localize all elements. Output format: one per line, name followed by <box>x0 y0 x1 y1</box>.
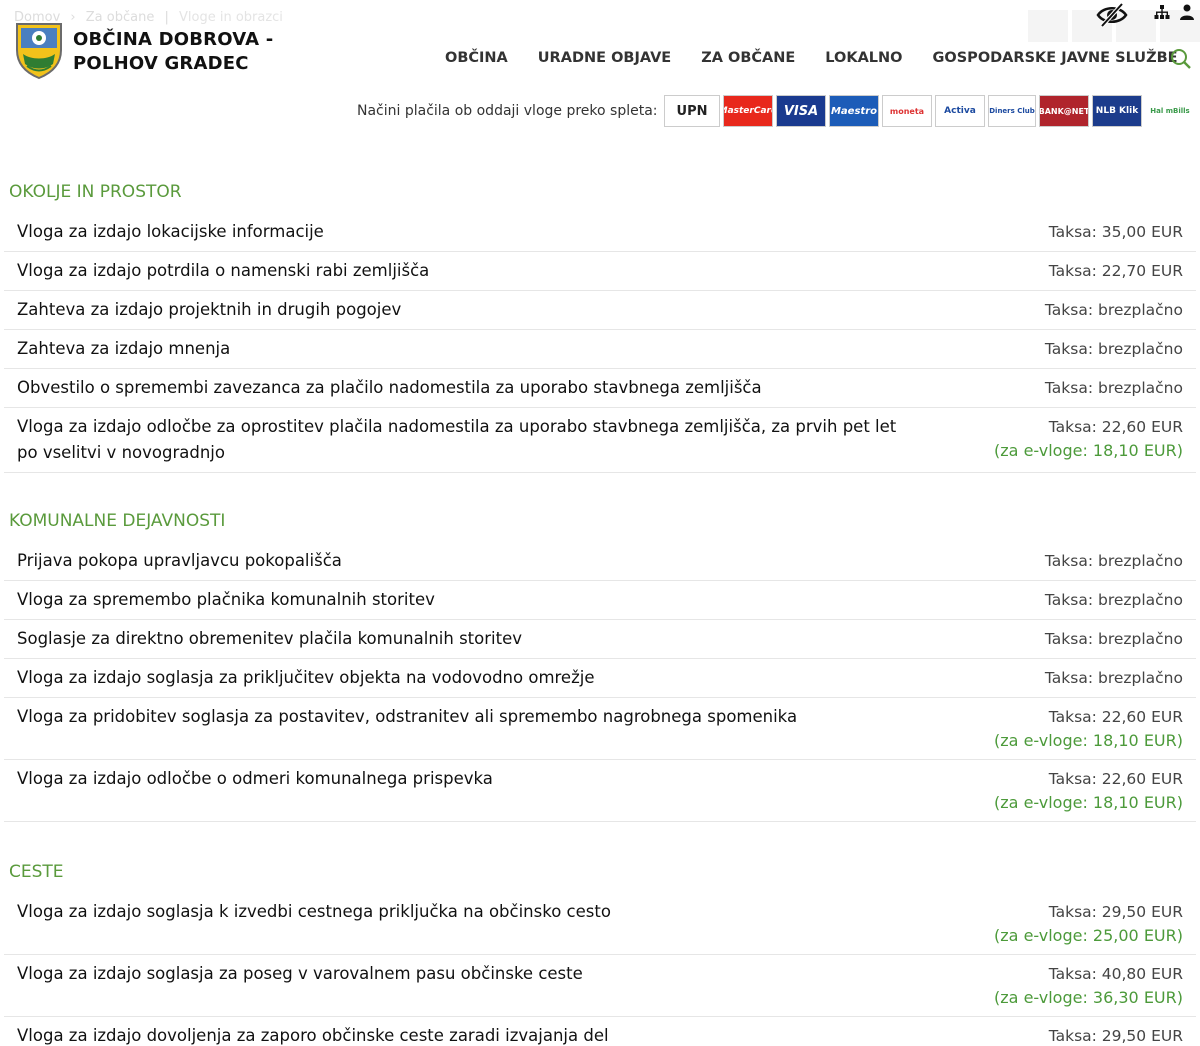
mastercard-logo: MasterCard <box>723 95 773 127</box>
fee-label: Taksa: brezplačno <box>1044 379 1183 397</box>
fee-amount: Taksa: 22,60 EUR <box>1048 708 1183 726</box>
list-item[interactable]: Prijava pokopa upravljavcu pokopališča T… <box>4 542 1196 581</box>
list-item[interactable]: Obvestilo o spremembi zavezanca za plači… <box>4 369 1196 408</box>
nav-za-obcane[interactable]: ZA OBČANE <box>701 50 795 66</box>
breadcrumb-separator: › <box>70 10 76 25</box>
e-fee-amount: (za e-vloge: 18,10 EUR) <box>994 793 1183 812</box>
fee-label: Taksa: 40,80 EUR (za e-vloge: 36,30 EUR) <box>994 955 1183 1016</box>
search-icon[interactable] <box>1170 48 1192 70</box>
facebook-icon[interactable] <box>1028 10 1068 42</box>
coat-of-arms-logo[interactable] <box>13 20 65 80</box>
section-komunalne-dejavnosti: KOMUNALNE DEJAVNOSTI Prijava pokopa upra… <box>4 500 1196 822</box>
fee-label: Taksa: 29,50 EUR <box>1048 1027 1183 1045</box>
maestro-logo: Maestro <box>829 95 879 127</box>
fee-amount: Taksa: 40,80 EUR <box>1048 965 1183 983</box>
fee-label: Taksa: brezplačno <box>1044 301 1183 319</box>
list-item[interactable]: Vloga za izdajo potrdila o namenski rabi… <box>4 252 1196 291</box>
fee-label: Taksa: brezplačno <box>1044 630 1183 648</box>
form-link[interactable]: Soglasje za direktno obremenitev plačila… <box>17 626 522 652</box>
list-item[interactable]: Soglasje za direktno obremenitev plačila… <box>4 620 1196 659</box>
nav-gospodarske-javne-sluzbe[interactable]: GOSPODARSKE JAVNE SLUŽBE <box>933 50 1178 66</box>
fee-label: Taksa: 22,60 EUR (za e-vloge: 18,10 EUR) <box>994 408 1183 472</box>
sitemap-icon[interactable] <box>1154 4 1170 20</box>
hal-mbills-logo: Hal mBills <box>1145 95 1195 127</box>
section-title: KOMUNALNE DEJAVNOSTI <box>9 511 226 531</box>
breadcrumb-parent[interactable]: Za občane <box>86 10 155 25</box>
nav-obcina[interactable]: OBČINA <box>445 50 508 66</box>
site-header: Domov › Za občane | Vloge in obrazci OBČ… <box>0 0 1200 90</box>
user-icon[interactable] <box>1180 4 1194 20</box>
list-item[interactable]: Vloga za izdajo odločbe o odmeri komunal… <box>4 760 1196 822</box>
nav-uradne-objave[interactable]: URADNE OBJAVE <box>538 50 671 66</box>
form-link[interactable]: Vloga za izdajo soglasja k izvedbi cestn… <box>17 893 611 954</box>
list-item[interactable]: Vloga za izdajo odločbe za oprostitev pl… <box>4 408 1196 473</box>
form-link[interactable]: Vloga za izdajo dovoljenja za zaporo obč… <box>17 1017 609 1046</box>
banknet-logo: BANK@NET <box>1039 95 1089 127</box>
form-link[interactable]: Vloga za pridobitev soglasja za postavit… <box>17 698 797 759</box>
e-fee-amount: (za e-vloge: 18,10 EUR) <box>994 441 1183 460</box>
form-link[interactable]: Prijava pokopa upravljavcu pokopališča <box>17 548 342 574</box>
list-item[interactable]: Zahteva za izdajo projektnih in drugih p… <box>4 291 1196 330</box>
list-item[interactable]: Vloga za izdajo soglasja za poseg v varo… <box>4 955 1196 1017</box>
fee-label: Taksa: 29,50 EUR (za e-vloge: 25,00 EUR) <box>994 893 1183 954</box>
fee-label: Taksa: 22,60 EUR (za e-vloge: 18,10 EUR) <box>994 760 1183 821</box>
list-item[interactable]: Vloga za pridobitev soglasja za postavit… <box>4 698 1196 760</box>
upn-logo: UPN <box>664 95 720 127</box>
list-item[interactable]: Vloga za izdajo dovoljenja za zaporo obč… <box>4 1017 1196 1046</box>
fee-label: Taksa: brezplačno <box>1044 552 1183 570</box>
form-link[interactable]: Obvestilo o spremembi zavezanca za plači… <box>17 375 762 401</box>
activa-logo: Activa <box>935 95 985 127</box>
visa-logo: VISA <box>776 95 826 127</box>
accessibility-eye-icon[interactable] <box>1096 2 1128 28</box>
section-title: OKOLJE IN PROSTOR <box>9 182 182 202</box>
nlb-klik-logo: NLB Klik <box>1092 95 1142 127</box>
section-title: CESTE <box>9 862 64 882</box>
payment-methods: Načini plačila ob oddaji vloge preko spl… <box>0 95 1200 127</box>
fee-label: Taksa: brezplačno <box>1044 669 1183 687</box>
form-link[interactable]: Vloga za izdajo soglasja za priključitev… <box>17 665 594 691</box>
e-fee-amount: (za e-vloge: 36,30 EUR) <box>994 988 1183 1007</box>
payment-methods-label: Načini plačila ob oddaji vloge preko spl… <box>357 103 658 119</box>
diners-club-logo: Diners Club <box>988 95 1036 127</box>
form-link[interactable]: Vloga za izdajo lokacijske informacije <box>17 219 324 245</box>
breadcrumb-separator: | <box>164 10 169 25</box>
nav-lokalno[interactable]: LOKALNO <box>825 50 902 66</box>
list-item[interactable]: Vloga za izdajo lokacijske informacije T… <box>4 213 1196 252</box>
moneta-logo: moneta <box>882 95 932 127</box>
fee-label: Taksa: 22,70 EUR <box>1048 262 1183 280</box>
fee-amount: Taksa: 29,50 EUR <box>1048 903 1183 921</box>
form-link[interactable]: Vloga za izdajo soglasja za poseg v varo… <box>17 955 583 1016</box>
form-link[interactable]: Vloga za izdajo odločbe za oprostitev pl… <box>17 408 897 472</box>
form-link[interactable]: Vloga za spremembo plačnika komunalnih s… <box>17 587 435 613</box>
list-item[interactable]: Vloga za spremembo plačnika komunalnih s… <box>4 581 1196 620</box>
list-item[interactable]: Vloga za izdajo soglasja za priključitev… <box>4 659 1196 698</box>
e-fee-amount: (za e-vloge: 18,10 EUR) <box>994 731 1183 750</box>
main-navigation: OBČINA URADNE OBJAVE ZA OBČANE LOKALNO G… <box>445 50 1178 66</box>
section-ceste: CESTE Vloga za izdajo soglasja k izvedbi… <box>4 851 1196 1046</box>
municipality-name-line2: POLHOV GRADEC <box>73 53 249 74</box>
list-item[interactable]: Zahteva za izdajo mnenja Taksa: brezplač… <box>4 330 1196 369</box>
form-link[interactable]: Zahteva za izdajo mnenja <box>17 336 230 362</box>
municipality-name[interactable]: OBČINA DOBROVA - POLHOV GRADEC <box>73 28 273 76</box>
e-fee-amount: (za e-vloge: 25,00 EUR) <box>994 926 1183 945</box>
form-link[interactable]: Vloga za izdajo potrdila o namenski rabi… <box>17 258 429 284</box>
fee-amount: Taksa: 22,60 EUR <box>1048 418 1183 436</box>
breadcrumb-current: Vloge in obrazci <box>179 10 283 25</box>
payment-badges: UPN MasterCard VISA Maestro moneta Activ… <box>664 95 1195 127</box>
form-link[interactable]: Vloga za izdajo odločbe o odmeri komunal… <box>17 760 493 821</box>
list-item[interactable]: Vloga za izdajo soglasja k izvedbi cestn… <box>4 893 1196 955</box>
fee-label: Taksa: brezplačno <box>1044 591 1183 609</box>
fee-label: Taksa: 35,00 EUR <box>1048 223 1183 241</box>
form-link[interactable]: Zahteva za izdajo projektnih in drugih p… <box>17 297 401 323</box>
fee-label: Taksa: brezplačno <box>1044 340 1183 358</box>
fee-label: Taksa: 22,60 EUR (za e-vloge: 18,10 EUR) <box>994 698 1183 759</box>
municipality-name-line1: OBČINA DOBROVA - <box>73 29 274 50</box>
section-okolje-in-prostor: OKOLJE IN PROSTOR Vloga za izdajo lokaci… <box>4 171 1196 473</box>
fee-amount: Taksa: 22,60 EUR <box>1048 770 1183 788</box>
